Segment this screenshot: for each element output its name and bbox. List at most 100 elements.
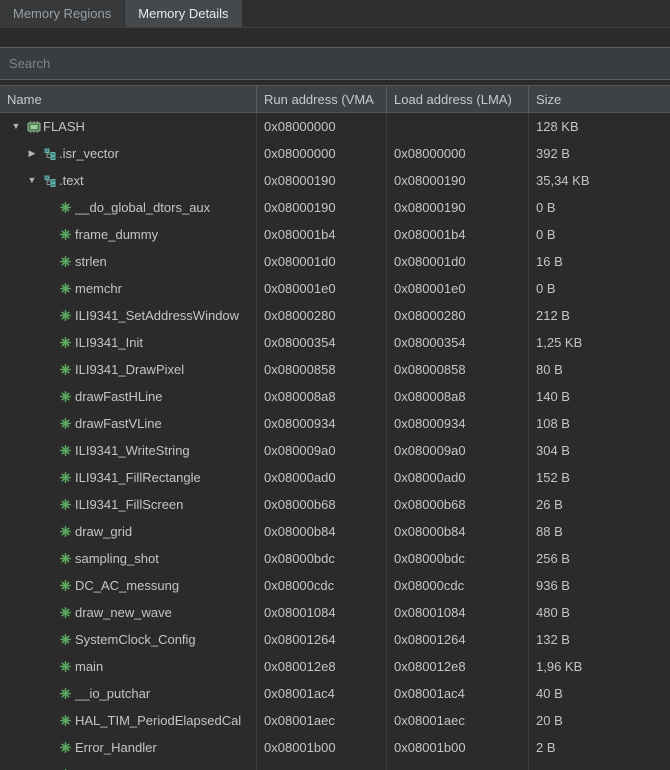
table-row[interactable]: ▼ .text 0x08000190 0x08000190 35,34 KB (0, 167, 670, 194)
row-name-label: sampling_shot (75, 551, 159, 566)
table-row[interactable]: draw_new_wave 0x08001084 0x08001084 480 … (0, 599, 670, 626)
expander-icon[interactable]: ▼ (24, 167, 40, 194)
name-cell: __io_putchar (0, 680, 256, 707)
run-address-cell: 0x080001d0 (256, 248, 386, 275)
row-name-label: HAL_TIM_PeriodElapsedCal (75, 713, 242, 728)
column-header-size[interactable]: Size (528, 86, 670, 112)
size-cell: 1,25 KB (528, 329, 670, 356)
table-row[interactable]: ILI9341_SetAddressWindow 0x08000280 0x08… (0, 302, 670, 329)
load-address-cell: 0x08000858 (386, 356, 528, 383)
table-row[interactable]: Error_Handler 0x08001b00 0x08001b00 2 B (0, 734, 670, 761)
table-row[interactable] (0, 761, 670, 770)
name-cell: ILI9341_WriteString (0, 437, 256, 464)
name-cell: DC_AC_messung (0, 572, 256, 599)
symbol-icon (56, 337, 75, 348)
name-cell: ▼ .text (0, 167, 256, 194)
run-address-cell: 0x08000b84 (256, 518, 386, 545)
table-row[interactable]: memchr 0x080001e0 0x080001e0 0 B (0, 275, 670, 302)
run-address-cell: 0x08000354 (256, 329, 386, 356)
tab-memory-details[interactable]: Memory Details (125, 0, 243, 27)
run-address-cell: 0x08000bdc (256, 545, 386, 572)
tab-memory-regions-label: Memory Regions (13, 6, 112, 21)
load-address-cell: 0x08000cdc (386, 572, 528, 599)
size-cell: 256 B (528, 545, 670, 572)
name-cell: __do_global_dtors_aux (0, 194, 256, 221)
expander-icon[interactable]: ▶ (24, 140, 40, 167)
section-icon (40, 148, 59, 160)
load-address-cell: 0x08000934 (386, 410, 528, 437)
run-address-cell: 0x080001b4 (256, 221, 386, 248)
table-row[interactable]: HAL_TIM_PeriodElapsedCal 0x08001aec 0x08… (0, 707, 670, 734)
table-row[interactable]: drawFastVLine 0x08000934 0x08000934 108 … (0, 410, 670, 437)
run-address-cell: 0x080012e8 (256, 653, 386, 680)
run-address-cell: 0x08001084 (256, 599, 386, 626)
run-address-cell: 0x08001ac4 (256, 680, 386, 707)
table-row[interactable]: frame_dummy 0x080001b4 0x080001b4 0 B (0, 221, 670, 248)
load-address-cell: 0x08001b00 (386, 734, 528, 761)
column-header-load-address[interactable]: Load address (LMA) (386, 86, 528, 112)
table-row[interactable]: sampling_shot 0x08000bdc 0x08000bdc 256 … (0, 545, 670, 572)
tab-memory-regions[interactable]: Memory Regions (0, 0, 126, 27)
table-row[interactable]: ILI9341_DrawPixel 0x08000858 0x08000858 … (0, 356, 670, 383)
table-row[interactable]: ILI9341_WriteString 0x080009a0 0x080009a… (0, 437, 670, 464)
run-address-cell: 0x08001264 (256, 626, 386, 653)
symbol-icon (56, 202, 75, 213)
name-cell: strlen (0, 248, 256, 275)
table-row[interactable]: ILI9341_Init 0x08000354 0x08000354 1,25 … (0, 329, 670, 356)
size-cell: 20 B (528, 707, 670, 734)
symbol-icon (56, 607, 75, 618)
table-row[interactable]: strlen 0x080001d0 0x080001d0 16 B (0, 248, 670, 275)
table-row[interactable]: draw_grid 0x08000b84 0x08000b84 88 B (0, 518, 670, 545)
run-address-cell: 0x08000190 (256, 167, 386, 194)
size-cell: 88 B (528, 518, 670, 545)
load-address-cell (386, 113, 528, 140)
table-row[interactable]: __do_global_dtors_aux 0x08000190 0x08000… (0, 194, 670, 221)
column-header-run-address[interactable]: Run address (VMA (256, 86, 386, 112)
run-address-cell: 0x08000190 (256, 194, 386, 221)
symbol-icon (56, 634, 75, 645)
table-row[interactable]: ▼ FLASH 0x08000000 128 KB (0, 113, 670, 140)
row-name-label: __do_global_dtors_aux (75, 200, 211, 215)
symbol-icon (56, 688, 75, 699)
table-row[interactable]: SystemClock_Config 0x08001264 0x08001264… (0, 626, 670, 653)
run-address-cell: 0x08000000 (256, 140, 386, 167)
name-cell: draw_new_wave (0, 599, 256, 626)
row-name-label: FLASH (43, 119, 85, 134)
size-cell: 480 B (528, 599, 670, 626)
row-name-label: drawFastVLine (75, 416, 162, 431)
row-name-label: DC_AC_messung (75, 578, 180, 593)
load-address-cell: 0x080012e8 (386, 653, 528, 680)
search-input[interactable] (0, 48, 670, 79)
table-row[interactable]: DC_AC_messung 0x08000cdc 0x08000cdc 936 … (0, 572, 670, 599)
load-address-cell: 0x08001ac4 (386, 680, 528, 707)
table-row[interactable]: ILI9341_FillScreen 0x08000b68 0x08000b68… (0, 491, 670, 518)
table-row[interactable]: ILI9341_FillRectangle 0x08000ad0 0x08000… (0, 464, 670, 491)
column-header-name[interactable]: Name (0, 86, 256, 112)
load-address-cell: 0x08000b68 (386, 491, 528, 518)
load-address-cell: 0x080001b4 (386, 221, 528, 248)
row-name-label: draw_new_wave (75, 605, 172, 620)
table-row[interactable]: ▶ .isr_vector 0x08000000 0x08000000 392 … (0, 140, 670, 167)
expander-icon[interactable]: ▼ (8, 113, 24, 140)
symbol-icon (56, 445, 75, 456)
column-header-name-label: Name (7, 91, 42, 107)
size-cell: 392 B (528, 140, 670, 167)
load-address-cell: 0x08000000 (386, 140, 528, 167)
table-row[interactable]: main 0x080012e8 0x080012e8 1,96 KB (0, 653, 670, 680)
run-address-cell: 0x08001b00 (256, 734, 386, 761)
table-row[interactable]: __io_putchar 0x08001ac4 0x08001ac4 40 B (0, 680, 670, 707)
symbol-icon (56, 256, 75, 267)
table-row[interactable]: drawFastHLine 0x080008a8 0x080008a8 140 … (0, 383, 670, 410)
name-cell: SystemClock_Config (0, 626, 256, 653)
row-name-label: drawFastHLine (75, 389, 163, 404)
